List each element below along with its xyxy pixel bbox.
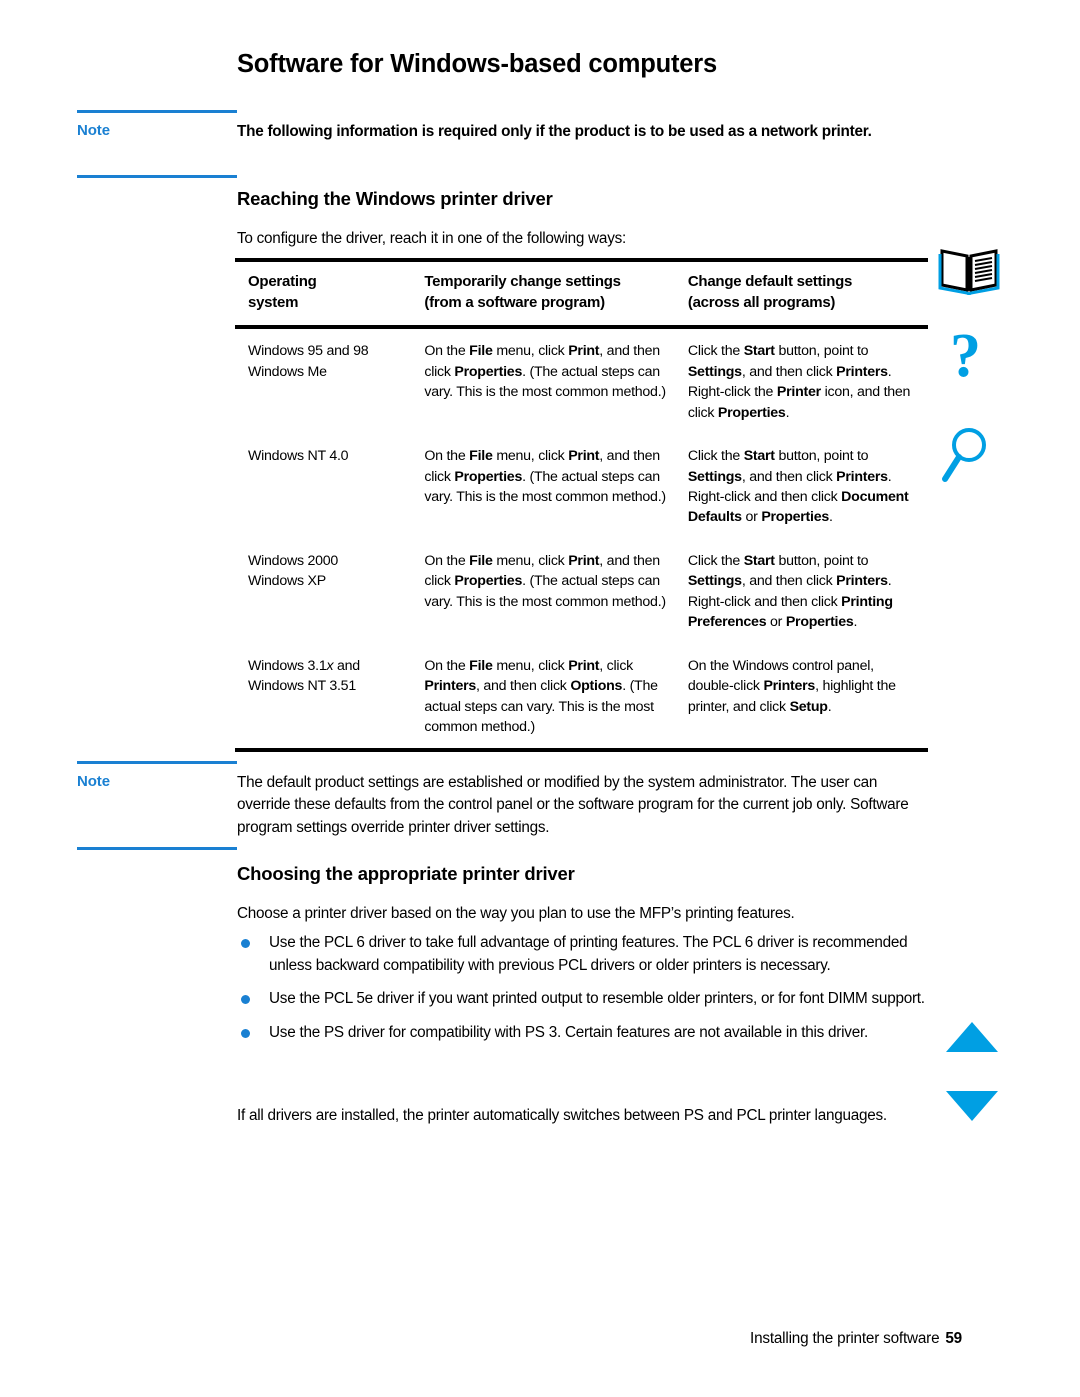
- question-mark-icon[interactable]: ?: [938, 322, 1008, 395]
- cell-operating-system: Windows 95 and 98 Windows Me: [248, 343, 369, 380]
- document-page: Software for Windows-based computers Not…: [0, 0, 1080, 1397]
- section-heading-reaching-driver: Reaching the Windows printer driver: [237, 188, 553, 209]
- magnifying-glass-icon[interactable]: [938, 423, 1008, 490]
- paragraph-choose-driver: Choose a printer driver based on the way…: [237, 905, 795, 922]
- list-item-text: Use the PCL 6 driver to take full advant…: [269, 934, 908, 974]
- page-footer: Installing the printer software 59: [0, 1330, 962, 1348]
- cell-operating-system: Windows NT 4.0: [248, 448, 349, 465]
- triangle-up-icon[interactable]: [946, 1022, 998, 1052]
- list-item-text: Use the PCL 5e driver if you want printe…: [269, 990, 925, 1008]
- page-navigation-arrows: [946, 1022, 998, 1121]
- table-header: Operating system Temporarily change setti…: [235, 260, 928, 328]
- column-header-operating-system: Operating system: [248, 273, 317, 311]
- cell-temporary-settings: On the File menu, click Print, and then …: [424, 343, 666, 401]
- driver-bullet-list: Use the PCL 6 driver to take full advant…: [237, 932, 937, 1056]
- note-label: Note: [77, 122, 110, 139]
- page-title: Software for Windows-based computers: [237, 50, 717, 78]
- cell-temporary-settings: On the File menu, click Print, click Pri…: [424, 657, 658, 735]
- note-rule-bottom: [77, 846, 237, 850]
- list-item: Use the PCL 5e driver if you want printe…: [237, 988, 937, 1011]
- column-header-default-settings: Change default settings (across all progr…: [687, 273, 853, 311]
- note-text: The default product settings are establi…: [237, 774, 909, 836]
- paragraph-all-drivers: If all drivers are installed, the printe…: [237, 1107, 887, 1124]
- note-rule-bottom: [77, 175, 237, 178]
- open-book-icon[interactable]: [938, 245, 1008, 300]
- section-heading-choosing-driver: Choosing the appropriate printer driver: [237, 863, 575, 884]
- cell-operating-system: Windows 2000 Windows XP: [248, 552, 339, 590]
- paragraph-configure-driver: To configure the driver, reach it in one…: [237, 230, 626, 247]
- bullet-dot-icon: [241, 1028, 250, 1038]
- column-header-temporary-settings: Temporarily change settings (from a softw…: [424, 273, 621, 311]
- note-text: The following information is required on…: [237, 123, 872, 140]
- table-row: Windows 3.1x and Windows NT 3.51 On the Fi…: [235, 644, 928, 751]
- cell-operating-system: Windows 3.1x and Windows NT 3.51: [248, 657, 360, 695]
- footer-page-number: 59: [945, 1330, 962, 1347]
- cell-default-settings: Click the Start button, point to Setting…: [687, 448, 909, 526]
- cell-default-settings: On the Windows control panel, double-cli…: [687, 657, 896, 715]
- table-row: Windows 2000 Windows XP On the File menu, …: [235, 539, 928, 644]
- cell-default-settings: Click the Start button, point to Setting…: [687, 552, 893, 631]
- driver-access-table: Operating system Temporarily change setti…: [235, 258, 928, 752]
- note-label: Note: [77, 773, 110, 790]
- list-item-text: Use the PS driver for compatibility with…: [269, 1023, 868, 1041]
- table-header-row: Operating system Temporarily change setti…: [235, 260, 928, 328]
- note-body: Note The default product settings are es…: [77, 764, 932, 847]
- note-body: Note The following information is requir…: [77, 113, 932, 175]
- cell-default-settings: Click the Start button, point to Setting…: [687, 343, 911, 421]
- bullet-dot-icon: [241, 995, 250, 1005]
- table-row: Windows 95 and 98 Windows Me On the File m…: [235, 327, 928, 434]
- list-item: Use the PCL 6 driver to take full advant…: [237, 932, 937, 977]
- note-block-network-printer: Note The following information is requir…: [77, 110, 932, 178]
- navigation-icon-group: ?: [938, 245, 1008, 518]
- cell-temporary-settings: On the File menu, click Print, and then …: [424, 552, 666, 610]
- table-row: Windows NT 4.0 On the File menu, click Pr…: [235, 434, 928, 539]
- bullet-dot-icon: [241, 939, 250, 948]
- note-block-default-settings: Note The default product settings are es…: [77, 761, 932, 850]
- table-body: Windows 95 and 98 Windows Me On the File m…: [235, 327, 928, 751]
- svg-text:?: ?: [950, 328, 981, 390]
- triangle-down-icon[interactable]: [946, 1091, 998, 1121]
- footer-text: Installing the printer software: [750, 1330, 940, 1347]
- cell-temporary-settings: On the File menu, click Print, and then …: [424, 448, 666, 505]
- list-item: Use the PS driver for compatibility with…: [237, 1022, 937, 1045]
